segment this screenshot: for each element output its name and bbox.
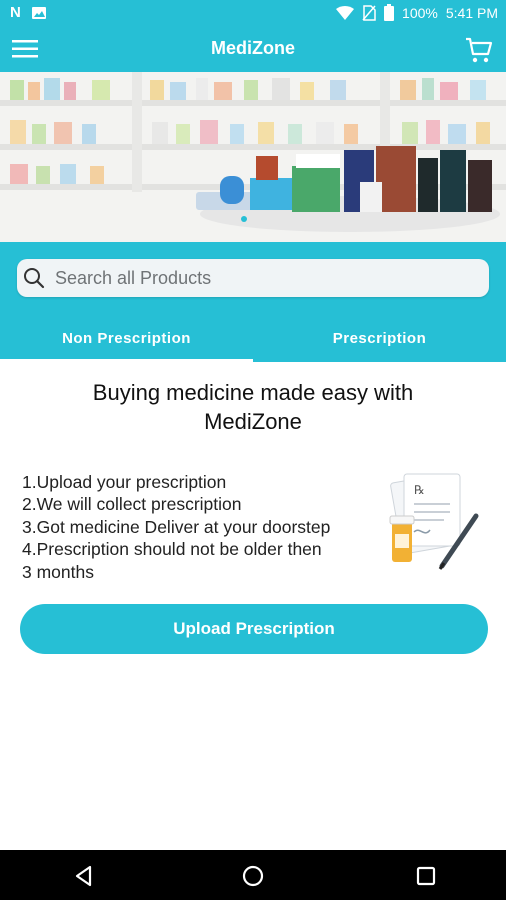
svg-text:℞: ℞ — [414, 483, 425, 497]
title-line-1: Buying medicine made easy with — [92, 380, 414, 405]
image-icon — [31, 6, 46, 19]
home-icon[interactable] — [241, 864, 265, 888]
recents-icon[interactable] — [414, 864, 438, 888]
tab-label: Non Prescription — [62, 330, 191, 347]
battery-icon — [384, 4, 395, 21]
no-sim-icon — [362, 4, 376, 21]
promo-banner[interactable] — [0, 72, 506, 242]
steps-list: 1.Upload your prescription 2.We will col… — [22, 471, 372, 583]
status-time: 5:41 PM — [445, 4, 498, 21]
search-tabs-area: Non Prescription Prescription — [0, 242, 506, 362]
tab-prescription[interactable]: Prescription — [253, 320, 506, 362]
notification-n-icon: N — [10, 4, 21, 21]
back-icon[interactable] — [72, 864, 96, 888]
tab-bar: Non Prescription Prescription — [0, 320, 506, 362]
status-bar: N 100% 5:41 PM — [0, 0, 506, 26]
step-item: 3 months — [22, 561, 94, 582]
pharmacy-shelves-image — [0, 72, 506, 242]
page-title: Buying medicine made easy with MediZone — [0, 378, 506, 436]
app-bar: MediZone — [0, 26, 506, 72]
app-title: MediZone — [211, 38, 295, 58]
step-item: 3.Got medicine Deliver at your doorstep — [22, 516, 331, 537]
prescription-icon: ℞ — [389, 473, 479, 570]
step-item: 1.Upload your prescription — [22, 472, 227, 492]
tab-non-prescription[interactable]: Non Prescription — [0, 320, 253, 362]
title-line-2: MediZone — [204, 409, 302, 434]
step-item: 4.Prescription should not be older then — [22, 539, 322, 560]
tab-label: Prescription — [332, 330, 427, 347]
search-input[interactable] — [53, 266, 477, 290]
battery-percent: 100% — [402, 4, 438, 21]
system-nav-bar — [0, 850, 506, 900]
upload-prescription-button[interactable]: Upload Prescription — [20, 604, 488, 654]
cart-icon[interactable] — [464, 36, 494, 64]
search-icon — [24, 268, 45, 289]
search-bar[interactable] — [17, 259, 489, 297]
wifi-icon — [336, 5, 355, 20]
step-item: 2.We will collect prescription — [22, 494, 242, 515]
